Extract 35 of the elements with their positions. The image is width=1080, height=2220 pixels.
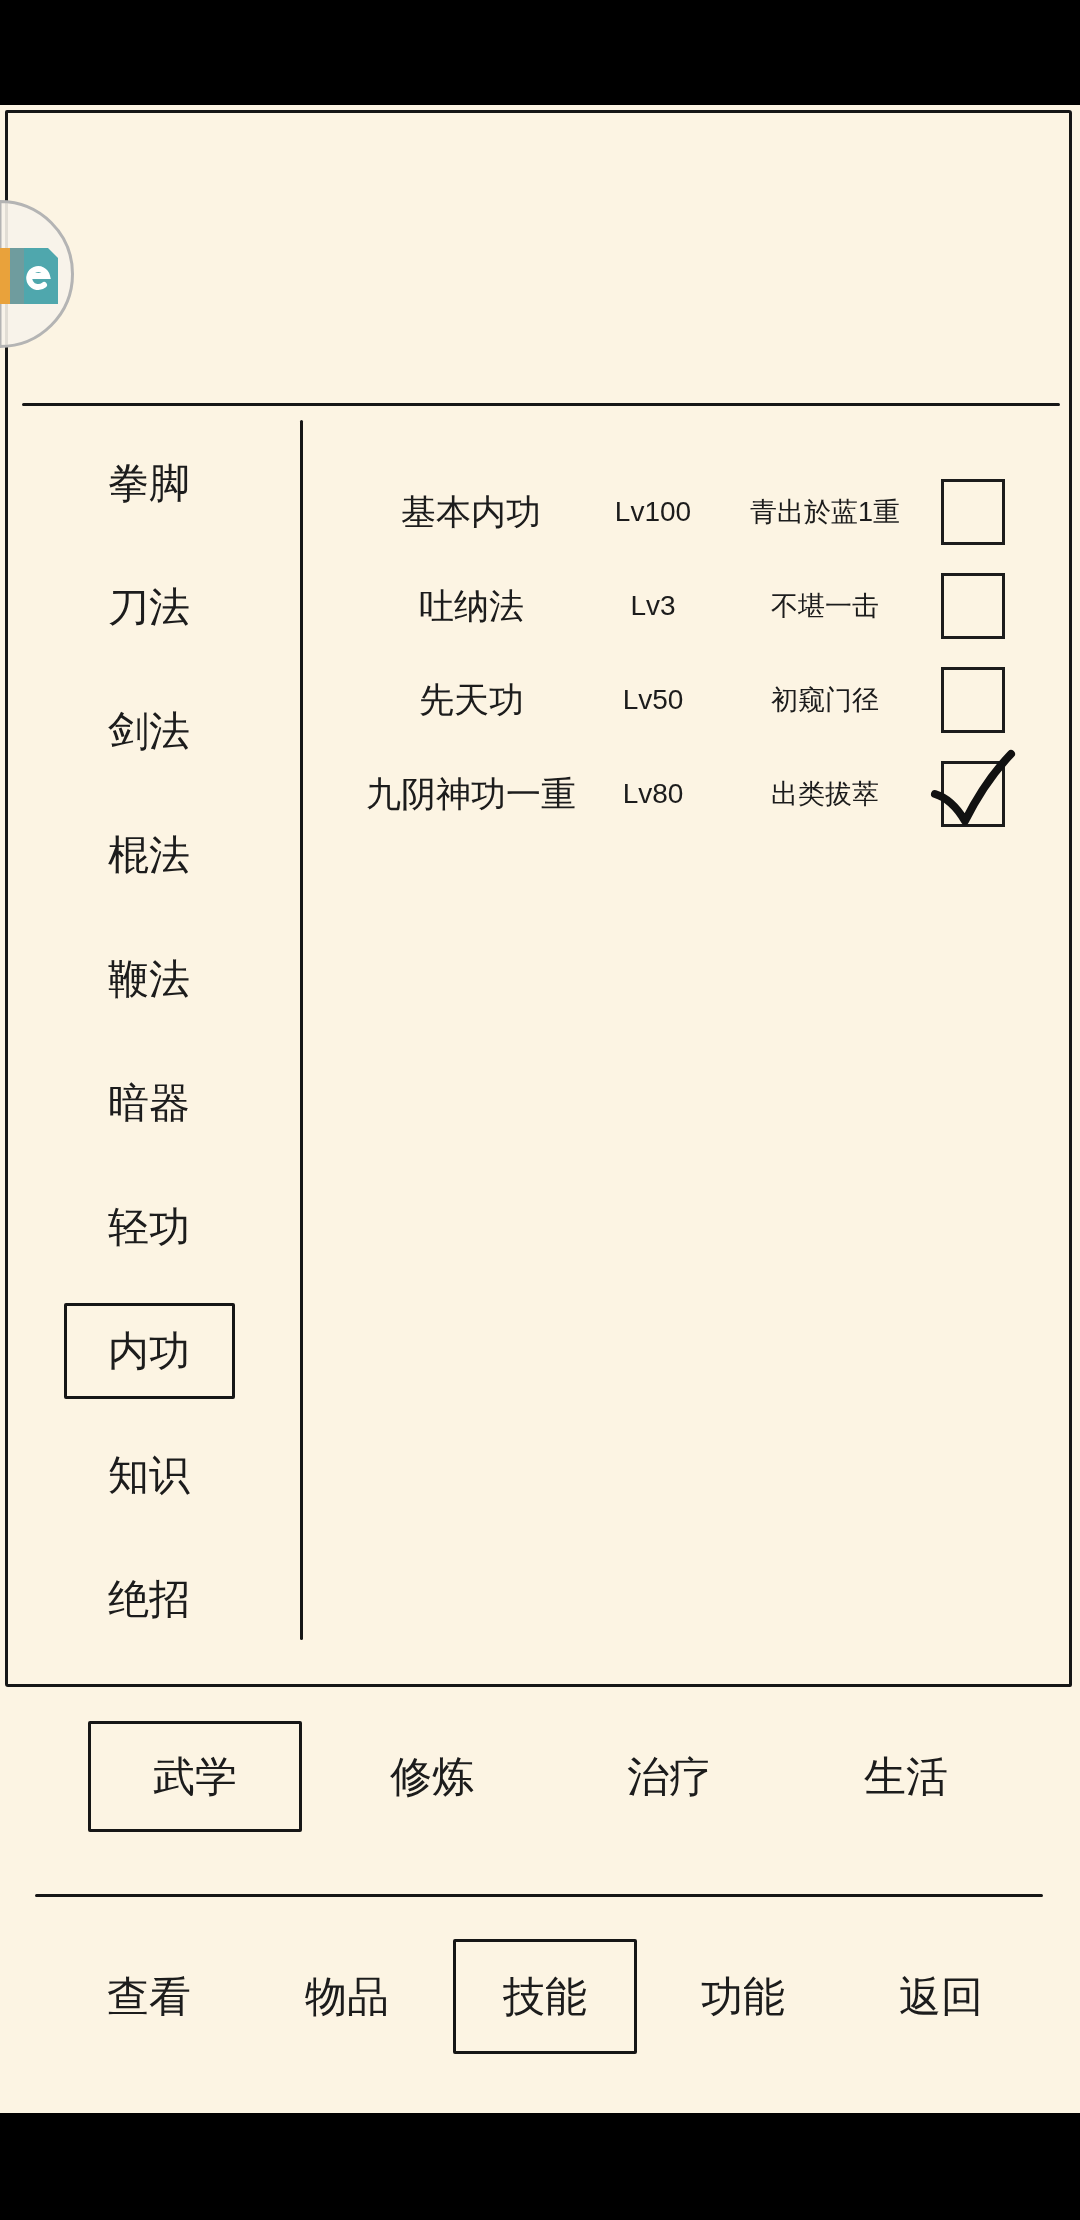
skill-rank: 不堪一击 bbox=[770, 589, 880, 623]
category-tab[interactable]: 暗器 bbox=[63, 1055, 235, 1151]
category-tab[interactable]: 刀法 bbox=[63, 559, 235, 655]
category-tab[interactable]: 鞭法 bbox=[63, 931, 235, 1027]
category-tab[interactable]: 剑法 bbox=[63, 683, 235, 779]
skill-level: Lv50 bbox=[621, 683, 685, 717]
menu-tab[interactable]: 物品 bbox=[255, 1939, 439, 2054]
menu-tab[interactable]: 功能 bbox=[651, 1939, 835, 2054]
category-tab[interactable]: 内功 bbox=[63, 1303, 235, 1399]
skill-name: 吐纳法 bbox=[417, 584, 525, 627]
skill-rank: 青出於蓝1重 bbox=[749, 495, 901, 529]
checkbox[interactable] bbox=[941, 573, 1005, 639]
category-tab[interactable]: 轻功 bbox=[63, 1179, 235, 1275]
skill-name: 九阴神功一重 bbox=[365, 772, 577, 815]
skill-level: Lv3 bbox=[629, 589, 677, 623]
skill-type-tab[interactable]: 修炼 bbox=[325, 1721, 539, 1832]
menu-tab[interactable]: 技能 bbox=[453, 1939, 637, 2054]
skill-rank: 初窥门径 bbox=[770, 683, 880, 717]
skill-level: Lv100 bbox=[613, 495, 693, 529]
menu-tab[interactable]: 查看 bbox=[57, 1939, 241, 2054]
skill-rank: 出类拔萃 bbox=[770, 777, 880, 811]
skill-name: 先天功 bbox=[417, 678, 525, 721]
skill-type-tab[interactable]: 生活 bbox=[799, 1721, 1013, 1832]
category-tab[interactable]: 知识 bbox=[63, 1427, 235, 1523]
category-tab[interactable]: 棍法 bbox=[63, 807, 235, 903]
skill-name: 基本内功 bbox=[400, 490, 542, 533]
category-tab[interactable]: 拳脚 bbox=[63, 435, 235, 531]
checkbox[interactable] bbox=[941, 667, 1005, 733]
skill-type-tab[interactable]: 治疗 bbox=[562, 1721, 776, 1832]
skill-type-tab[interactable]: 武学 bbox=[88, 1721, 302, 1832]
skill-level: Lv80 bbox=[621, 777, 685, 811]
checkbox[interactable] bbox=[941, 479, 1005, 545]
floating-button-icon[interactable] bbox=[0, 200, 75, 348]
menu-tab[interactable]: 返回 bbox=[849, 1939, 1033, 2054]
category-tab[interactable]: 绝招 bbox=[63, 1551, 235, 1647]
